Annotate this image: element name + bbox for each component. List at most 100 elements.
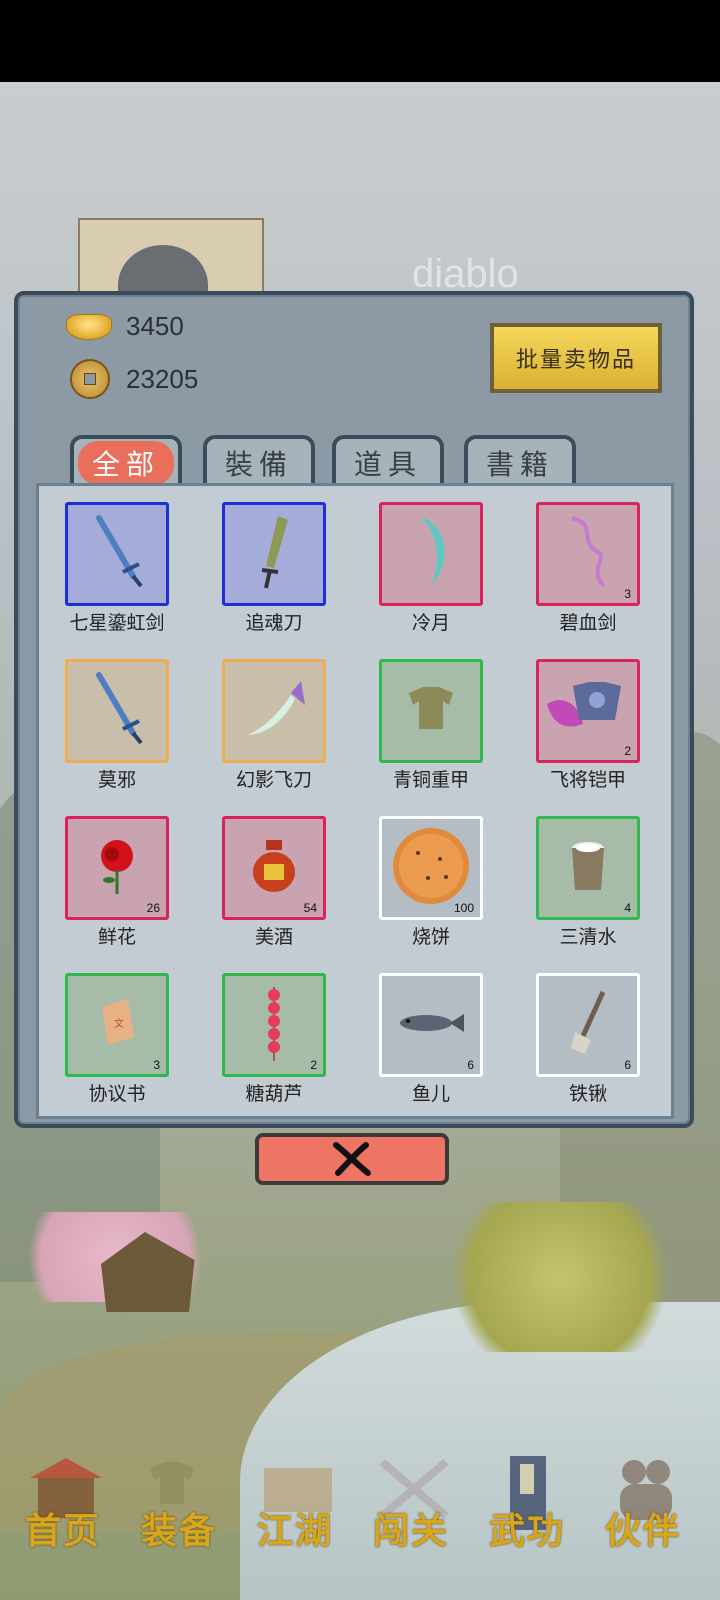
tab-books[interactable]: 書籍 [464,435,576,487]
shovel-icon [563,988,613,1062]
item-name: 三清水 [559,926,617,948]
nav-item-home[interactable]: 首页 [8,1440,118,1580]
item-slot[interactable]: 2 [222,973,326,1077]
tree [430,1202,690,1352]
inventory-item[interactable]: 100 烧饼 [361,810,501,960]
item-slot[interactable]: 100 [379,816,483,920]
item-name: 糖葫芦 [245,1083,303,1105]
bottom-navigation: 首页 装备 江湖 闯关 武功 伙伴 [0,1440,720,1600]
item-slot[interactable] [222,502,326,606]
item-slot[interactable]: 6 [379,973,483,1077]
inventory-item[interactable]: 3 碧血剑 [518,496,658,646]
inventory-item[interactable]: 文 3 协议书 [47,967,187,1117]
inventory-item[interactable]: 26 鲜花 [47,810,187,960]
nav-item-book[interactable]: 武功 [472,1440,582,1580]
tab-all[interactable]: 全部 [70,435,182,487]
item-count: 6 [467,1058,474,1072]
inventory-item[interactable]: 幻影飞刀 [204,653,344,803]
nav-label: 装备 [140,1510,217,1552]
nav-label: 武功 [488,1510,565,1552]
sword-icon [87,669,147,753]
item-slot[interactable]: 54 [222,816,326,920]
item-name: 烧饼 [411,926,450,948]
item-slot[interactable]: 26 [65,816,169,920]
inventory-item[interactable]: 6 鱼儿 [361,967,501,1117]
broadsword-icon [244,512,304,596]
item-slot[interactable]: 文3 [65,973,169,1077]
inventory-item[interactable]: 6 铁锹 [518,967,658,1117]
inventory-dialog: 3450 23205 批量卖物品 全部 裝備 道具 書籍 七星鎏虹剑 追魂刀 冷月 3… [14,291,694,1128]
bucket-icon [563,836,613,900]
fish-icon [396,1008,466,1042]
tab-all-label: 全部 [77,441,174,485]
item-count: 3 [624,587,631,601]
item-name: 碧血剑 [559,612,617,634]
close-button[interactable] [255,1133,449,1185]
item-name: 美酒 [254,926,293,948]
item-count: 2 [310,1058,317,1072]
item-name: 铁锹 [568,1083,607,1105]
gold-balance: 3450 [66,311,184,342]
copper-coin-icon [70,359,110,399]
item-name: 幻影飞刀 [235,769,312,791]
inventory-item[interactable]: 冷月 [361,496,501,646]
scroll-icon: 文 [92,993,142,1057]
item-name: 冷月 [411,612,450,634]
coin-balance: 23205 [70,359,198,399]
item-name: 鲜花 [97,926,136,948]
item-count: 26 [146,901,160,915]
inventory-item[interactable]: 54 美酒 [204,810,344,960]
serpent-sword-icon [558,512,618,596]
item-name: 飞将铠甲 [549,769,626,791]
inventory-item[interactable]: 2 糖葫芦 [204,967,344,1117]
inventory-item[interactable]: 青铜重甲 [361,653,501,803]
item-name: 青铜重甲 [392,769,469,791]
item-slot[interactable] [222,659,326,763]
item-slot[interactable]: 6 [536,973,640,1077]
crescent-blade-icon [401,512,461,596]
item-count: 3 [153,1058,160,1072]
item-name: 鱼儿 [411,1083,450,1105]
nav-item-crossed-swords[interactable]: 闯关 [356,1440,466,1580]
item-grid: 七星鎏虹剑 追魂刀 冷月 3 碧血剑 莫邪 幻影飞刀 青铜重甲 2 飞将铠甲 26 鲜花 54 美酒 100… [36,483,674,1119]
tab-equipment[interactable]: 裝備 [203,435,315,487]
nav-label: 江湖 [256,1510,333,1552]
item-slot[interactable] [379,502,483,606]
batch-sell-button[interactable]: 批量卖物品 [490,323,662,393]
item-slot[interactable]: 3 [536,502,640,606]
item-slot[interactable]: 2 [536,659,640,763]
inventory-item[interactable]: 追魂刀 [204,496,344,646]
nav-item-companions[interactable]: 伙伴 [588,1440,698,1580]
item-slot[interactable] [379,659,483,763]
tab-props[interactable]: 道具 [332,435,444,487]
candied-haws-icon [254,983,294,1067]
inventory-item[interactable]: 莫邪 [47,653,187,803]
wine-jar-icon [249,836,299,900]
svg-text:文: 文 [114,1017,124,1030]
item-slot[interactable] [65,659,169,763]
nav-label: 闯关 [372,1510,449,1552]
nav-label: 伙伴 [604,1510,681,1552]
nav-item-map-scroll[interactable]: 江湖 [240,1440,350,1580]
item-name: 七星鎏虹剑 [69,612,165,634]
flying-knife-icon [239,669,309,753]
close-icon [333,1142,371,1176]
nav-item-armor[interactable]: 装备 [124,1440,234,1580]
item-count: 4 [624,901,631,915]
gold-amount: 3450 [126,311,184,341]
item-name: 莫邪 [97,769,136,791]
gold-ingot-icon [66,313,112,340]
item-count: 6 [624,1058,631,1072]
inventory-item[interactable]: 2 飞将铠甲 [518,653,658,803]
item-count: 100 [453,901,474,915]
item-slot[interactable]: 4 [536,816,640,920]
inventory-item[interactable]: 4 三清水 [518,810,658,960]
item-count: 54 [303,901,317,915]
rose-icon [92,836,142,900]
nav-label: 首页 [24,1510,101,1552]
item-slot[interactable] [65,502,169,606]
coin-amount: 23205 [126,363,199,394]
inventory-item[interactable]: 七星鎏虹剑 [47,496,187,646]
flatbread-icon [388,823,474,913]
armor-icon [401,679,461,743]
